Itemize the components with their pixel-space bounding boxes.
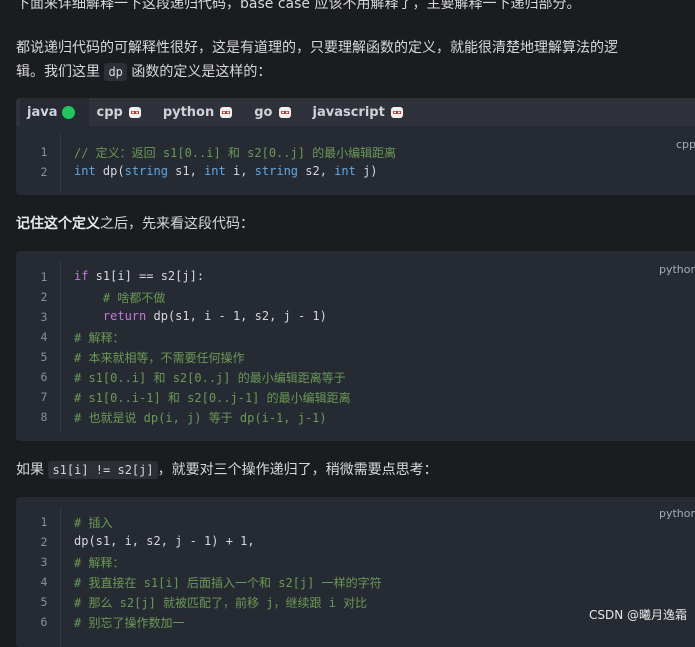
code-block-definition: java cpp python go javascript cpp 1 2 //… bbox=[16, 98, 695, 195]
code-line: # 本来就相等，不需要任何操作 bbox=[74, 351, 245, 365]
line-number: 1 bbox=[40, 145, 48, 159]
code-line: # 那么 s2[j] 就被匹配了，前移 j，继续跟 i 对比 bbox=[74, 596, 368, 610]
tab-cpp[interactable]: cpp bbox=[89, 98, 155, 126]
tab-java[interactable]: java bbox=[20, 98, 90, 126]
line-number: 1 bbox=[40, 515, 48, 529]
code-line: # 解释： bbox=[74, 331, 125, 345]
code-line: # 别忘了操作数加一 bbox=[74, 616, 185, 630]
watermark-footer: CSDN @曦月逸霜 bbox=[588, 608, 687, 622]
tab-javascript[interactable]: javascript bbox=[306, 98, 418, 126]
paragraph-text: 辑。我们这里 bbox=[16, 64, 100, 80]
gutter-divider bbox=[60, 134, 61, 192]
code-language-label: python bbox=[659, 263, 695, 276]
paragraph-text: 如果 bbox=[16, 462, 44, 478]
line-number: 6 bbox=[40, 615, 48, 629]
code-line: # 我直接在 s1[i] 后面插入一个和 s2[j] 一样的字符 bbox=[74, 576, 382, 590]
tab-label: java bbox=[27, 104, 58, 120]
inline-code-dp: dp bbox=[104, 63, 127, 81]
tab-label: cpp bbox=[96, 104, 123, 120]
gutter-divider bbox=[60, 261, 61, 433]
bold-text: 记住这个定义 bbox=[16, 216, 100, 232]
line-number: 2 bbox=[40, 165, 48, 179]
code-line: return dp(s1, i - 1, s2, j - 1) bbox=[102, 309, 327, 323]
paragraph-remember: 记住这个定义之后，先来看这段代码： bbox=[16, 211, 695, 237]
line-number: 5 bbox=[40, 595, 48, 609]
line-number: 5 bbox=[40, 350, 48, 364]
code-line: # 插入 bbox=[74, 516, 113, 530]
line-number: 6 bbox=[40, 370, 48, 384]
code-language-label: python bbox=[659, 507, 695, 520]
code-line: # s1[0..i-1] 和 s2[0..j-1] 的最小编辑距离 bbox=[74, 391, 351, 405]
line-number: 4 bbox=[40, 330, 48, 344]
line-number: 2 bbox=[40, 535, 48, 549]
line-number: 2 bbox=[40, 290, 48, 304]
robot-icon bbox=[278, 106, 291, 118]
robot-icon bbox=[390, 106, 403, 118]
line-number: 3 bbox=[40, 555, 48, 569]
code-line: int dp(string s1, int i, string s2, int … bbox=[74, 164, 378, 178]
code-block-insert: python 1 2 3 4 5 6 # 插入 dp(s1, i, s2, j … bbox=[16, 497, 695, 647]
code-line: // 定义：返回 s1[0..i] 和 s2[0..j] 的最小编辑距离 bbox=[74, 146, 397, 160]
line-number: 4 bbox=[40, 575, 48, 589]
tab-label: python bbox=[162, 104, 215, 120]
language-tabs: java cpp python go javascript bbox=[16, 98, 695, 126]
code-line: # s1[0..i] 和 s2[0..j] 的最小编辑距离等于 bbox=[74, 371, 346, 385]
tab-label: javascript bbox=[312, 104, 385, 120]
paragraph-text: 函数的定义是这样的： bbox=[131, 64, 272, 80]
tab-go[interactable]: go bbox=[247, 98, 305, 126]
code-line: # 啥都不做 bbox=[74, 291, 166, 305]
code-line: dp(s1, i, s2, j - 1) + 1, bbox=[74, 534, 255, 548]
code-language-label: cpp bbox=[676, 138, 695, 151]
code-line: if s1[i] == s2[j]: bbox=[74, 269, 205, 283]
paragraph-definition-line1: 都说递归代码的可解释性很好，这是有道理的，只要理解函数的定义，就能很清楚地理解算… bbox=[16, 40, 618, 56]
green-dot-icon bbox=[62, 105, 76, 119]
paragraph-intro: 下面来详细解释一下这段递归代码，base case 应该不用解释了，主要解释一下… bbox=[16, 0, 581, 12]
robot-icon bbox=[220, 106, 233, 118]
line-number: 3 bbox=[40, 310, 48, 324]
line-number: 8 bbox=[40, 410, 48, 424]
line-number: 7 bbox=[40, 390, 48, 404]
tab-label: go bbox=[254, 104, 273, 120]
code-block-equal-case: python 1 2 3 4 5 6 7 8 if s1[i] == s2[j]… bbox=[16, 251, 695, 441]
paragraph-definition-line2: 辑。我们这里 dp 函数的定义是这样的： bbox=[16, 59, 695, 85]
paragraph-not-equal: 如果 s1[i] != s2[j] ，就要对三个操作递归了，稍微需要点思考： bbox=[16, 457, 695, 483]
paragraph-text: ，就要对三个操作递归了，稍微需要点思考： bbox=[157, 462, 438, 478]
gutter-divider bbox=[60, 507, 61, 647]
paragraph-text: 之后，先来看这段代码： bbox=[100, 216, 254, 232]
line-number: 1 bbox=[40, 270, 48, 284]
code-line: # 解释： bbox=[74, 556, 125, 570]
tab-python[interactable]: python bbox=[156, 98, 247, 126]
code-line: # 也就是说 dp(i, j) 等于 dp(i-1, j-1) bbox=[74, 411, 327, 425]
robot-icon bbox=[128, 106, 141, 118]
inline-code-condition: s1[i] != s2[j] bbox=[48, 461, 158, 479]
